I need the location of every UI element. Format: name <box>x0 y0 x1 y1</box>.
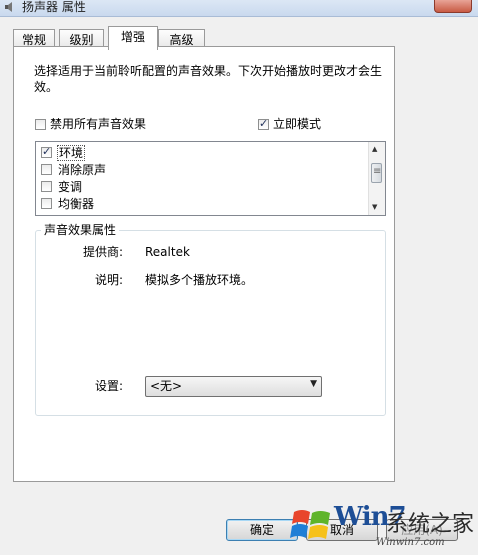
effect-checkbox[interactable] <box>41 198 52 209</box>
window-title: 扬声器 属性 <box>22 0 86 14</box>
close-button[interactable] <box>434 0 472 13</box>
tab-enhancements[interactable]: 增强 <box>108 26 158 50</box>
provider-value: Realtek <box>145 245 190 259</box>
list-item[interactable]: 变调 <box>36 178 366 195</box>
setting-label: 设置: <box>95 379 124 393</box>
speaker-icon <box>5 2 12 12</box>
effect-checkbox[interactable] <box>41 164 52 175</box>
chevron-down-icon: ▼ <box>310 379 317 389</box>
effect-label: 变调 <box>58 180 83 194</box>
disable-all-checkbox[interactable] <box>35 119 46 130</box>
effect-label: 均衡器 <box>58 197 95 211</box>
disable-all-label: 禁用所有声音效果 <box>50 117 147 131</box>
ok-button[interactable]: 确定 <box>226 519 298 541</box>
list-item[interactable]: 环境 <box>36 144 366 161</box>
effect-label: 消除原声 <box>58 163 107 177</box>
watermark: Win7 系统之家 Winwin7.com <box>290 500 478 555</box>
scroll-thumb[interactable] <box>371 163 382 183</box>
setting-value: <无> <box>150 379 183 393</box>
effects-list[interactable]: 环境 消除原声 变调 均衡器 ▲ ▼ <box>35 141 386 216</box>
effect-checkbox[interactable] <box>41 181 52 192</box>
list-item[interactable]: 均衡器 <box>36 195 366 212</box>
list-scrollbar[interactable]: ▲ ▼ <box>368 142 385 215</box>
windows-logo-icon <box>290 510 330 539</box>
effect-checkbox[interactable] <box>41 145 52 158</box>
scroll-up-icon[interactable]: ▲ <box>372 145 377 153</box>
watermark-brand: 系统之家 <box>386 512 475 537</box>
setting-dropdown[interactable]: <无> ▼ <box>145 376 322 397</box>
effect-description-value: 模拟多个播放环境。 <box>145 273 254 287</box>
immediate-mode-checkbox[interactable] <box>258 117 269 130</box>
provider-label: 提供商: <box>83 245 124 259</box>
immediate-mode-label: 立即模式 <box>273 117 322 131</box>
title-bar: 扬声器 属性 <box>0 0 478 17</box>
description-text: 选择适用于当前聆听配置的声音效果。下次开始播放时更改才会生效。 <box>34 64 383 94</box>
list-item[interactable]: 消除原声 <box>36 161 366 178</box>
group-title: 声音效果属性 <box>41 223 120 237</box>
watermark-url: Winwin7.com <box>376 537 445 548</box>
effect-label: 环境 <box>57 145 86 161</box>
effect-description-label: 说明: <box>95 273 124 287</box>
scroll-down-icon[interactable]: ▼ <box>372 203 377 211</box>
